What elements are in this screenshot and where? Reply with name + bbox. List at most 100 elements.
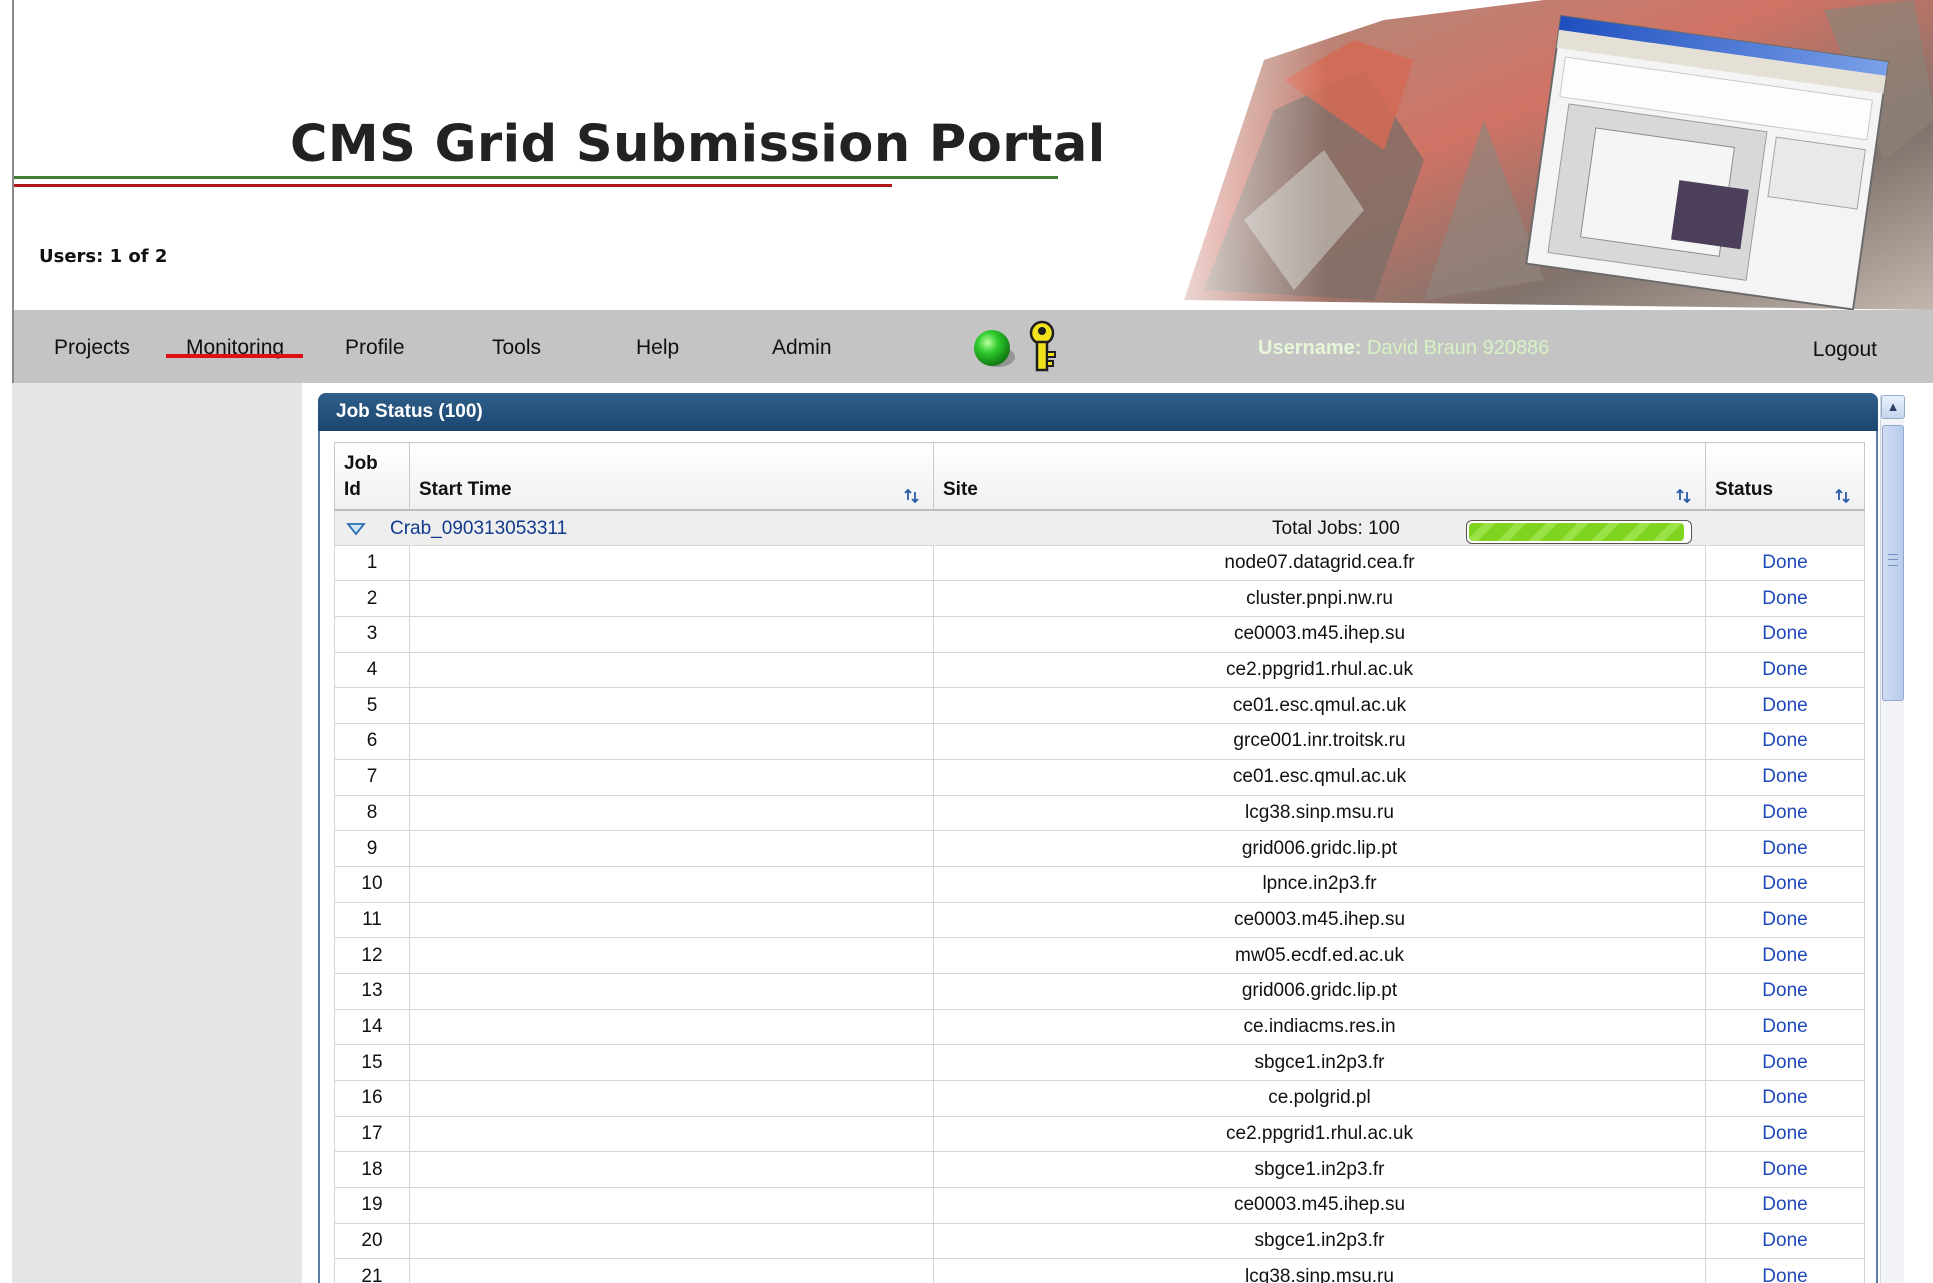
status-cell[interactable]: Done	[1705, 901, 1865, 939]
status-cell[interactable]: Done	[1705, 651, 1865, 689]
table-row[interactable]: 4 ce2.ppgrid1.rhul.ac.uk Done	[334, 651, 1865, 689]
scroll-up-arrow-icon[interactable]: ▲	[1881, 395, 1905, 419]
table-row[interactable]: 17 ce2.ppgrid1.rhul.ac.uk Done	[334, 1115, 1865, 1153]
table-row[interactable]: 10 lpnce.in2p3.fr Done	[334, 865, 1865, 903]
table-row[interactable]: 16 ce.polgrid.pl Done	[334, 1080, 1865, 1117]
start-time-cell	[409, 830, 934, 867]
status-cell[interactable]: Done	[1705, 1222, 1865, 1260]
logout-link[interactable]: Logout	[1813, 338, 1877, 362]
job-status-table: Job Id Start Time Site Status 1 node07.da…	[334, 442, 1865, 1283]
nav-active-underline	[166, 354, 303, 358]
status-cell[interactable]: Done	[1705, 580, 1865, 618]
scroll-thumb[interactable]	[1882, 425, 1904, 701]
column-label: Start Time	[419, 478, 512, 500]
status-cell[interactable]: Done	[1705, 1115, 1865, 1153]
key-icon[interactable]	[1024, 320, 1060, 374]
status-cell[interactable]: Done	[1705, 544, 1865, 582]
start-time-cell	[409, 651, 934, 689]
job-group-link[interactable]: Crab_090313053311	[390, 518, 567, 540]
table-row[interactable]: 8 lcg38.sinp.msu.ru Done	[334, 794, 1865, 832]
username-label: Username:	[1258, 337, 1362, 359]
nav-admin[interactable]: Admin	[772, 336, 832, 360]
start-time-cell	[409, 794, 934, 832]
status-cell[interactable]: Done	[1705, 687, 1865, 725]
table-row[interactable]: 9 grid006.gridc.lip.pt Done	[334, 830, 1865, 867]
start-time-cell	[409, 901, 934, 939]
status-cell[interactable]: Done	[1705, 972, 1865, 1010]
table-row[interactable]: 1 node07.datagrid.cea.fr Done	[334, 544, 1865, 582]
table-row[interactable]: 6 grce001.inr.troitsk.ru Done	[334, 723, 1865, 760]
nav-profile[interactable]: Profile	[345, 336, 405, 360]
table-row[interactable]: 13 grid006.gridc.lip.pt Done	[334, 972, 1865, 1010]
table-row[interactable]: 19 ce0003.m45.ihep.su Done	[334, 1187, 1865, 1224]
status-cell[interactable]: Done	[1705, 1187, 1865, 1224]
table-row[interactable]: 21 lcg38.sinp.msu.ru Done	[334, 1258, 1865, 1283]
status-cell[interactable]: Done	[1705, 937, 1865, 974]
vertical-scrollbar[interactable]: ▲	[1880, 395, 1905, 1283]
sort-icon[interactable]	[1834, 487, 1852, 505]
sort-icon[interactable]	[903, 487, 921, 505]
start-time-cell	[409, 1258, 934, 1283]
connection-status-icon	[974, 330, 1015, 367]
table-row[interactable]: 2 cluster.pnpi.nw.ru Done	[334, 580, 1865, 618]
nav-projects[interactable]: Projects	[54, 336, 130, 360]
start-time-cell	[409, 1222, 934, 1260]
site-cell: ce2.ppgrid1.rhul.ac.uk	[933, 1115, 1706, 1153]
status-cell[interactable]: Done	[1705, 1151, 1865, 1189]
table-row[interactable]: 3 ce0003.m45.ihep.su Done	[334, 616, 1865, 653]
site-cell: node07.datagrid.cea.fr	[933, 544, 1706, 582]
column-header-job-id[interactable]: Job Id	[334, 442, 410, 511]
start-time-cell	[409, 758, 934, 796]
job-id-cell: 17	[334, 1115, 410, 1153]
job-id-cell: 4	[334, 651, 410, 689]
site-cell: cluster.pnpi.nw.ru	[933, 580, 1706, 618]
sort-icon[interactable]	[1675, 487, 1693, 505]
collapse-triangle-icon[interactable]	[346, 522, 366, 536]
start-time-cell	[409, 1187, 934, 1224]
table-row[interactable]: 18 sbgce1.in2p3.fr Done	[334, 1151, 1865, 1189]
total-jobs-label: Total Jobs: 100	[1272, 518, 1400, 539]
portal-title: CMS Grid Submission Portal	[290, 115, 1106, 174]
table-row[interactable]: 11 ce0003.m45.ihep.su Done	[334, 901, 1865, 939]
site-cell: ce.polgrid.pl	[933, 1080, 1706, 1117]
status-cell[interactable]: Done	[1705, 616, 1865, 653]
start-time-cell	[409, 1008, 934, 1046]
status-cell[interactable]: Done	[1705, 1044, 1865, 1081]
start-time-cell	[409, 1044, 934, 1081]
nav-tools[interactable]: Tools	[492, 336, 541, 360]
portal-header: CMS Grid Submission Portal Users: 1 of 2	[12, 0, 1933, 310]
table-row[interactable]: 20 sbgce1.in2p3.fr Done	[334, 1222, 1865, 1260]
site-cell: sbgce1.in2p3.fr	[933, 1222, 1706, 1260]
users-count: Users: 1 of 2	[39, 246, 168, 267]
job-id-cell: 12	[334, 937, 410, 974]
status-cell[interactable]: Done	[1705, 865, 1865, 903]
status-cell[interactable]: Done	[1705, 830, 1865, 867]
table-row[interactable]: 5 ce01.esc.qmul.ac.uk Done	[334, 687, 1865, 725]
column-header-status[interactable]: Status	[1705, 442, 1865, 511]
column-header-site[interactable]: Site	[933, 442, 1706, 511]
site-cell: ce.indiacms.res.in	[933, 1008, 1706, 1046]
column-header-start-time[interactable]: Start Time	[409, 442, 934, 511]
status-cell[interactable]: Done	[1705, 758, 1865, 796]
username-value: David Braun 920886	[1366, 337, 1550, 359]
job-id-cell: 5	[334, 687, 410, 725]
status-cell[interactable]: Done	[1705, 794, 1865, 832]
start-time-cell	[409, 580, 934, 618]
table-row[interactable]: 14 ce.indiacms.res.in Done	[334, 1008, 1865, 1046]
status-cell[interactable]: Done	[1705, 1080, 1865, 1117]
table-row[interactable]: 12 mw05.ecdf.ed.ac.uk Done	[334, 937, 1865, 974]
status-cell[interactable]: Done	[1705, 1008, 1865, 1046]
status-cell[interactable]: Done	[1705, 723, 1865, 760]
job-id-cell: 9	[334, 830, 410, 867]
nav-help[interactable]: Help	[636, 336, 679, 360]
job-id-cell: 10	[334, 865, 410, 903]
site-cell: ce2.ppgrid1.rhul.ac.uk	[933, 651, 1706, 689]
start-time-cell	[409, 972, 934, 1010]
header-rule-green	[14, 176, 1058, 179]
table-row[interactable]: 15 sbgce1.in2p3.fr Done	[334, 1044, 1865, 1081]
status-cell[interactable]: Done	[1705, 1258, 1865, 1283]
job-id-cell: 1	[334, 544, 410, 582]
site-cell: grid006.gridc.lip.pt	[933, 972, 1706, 1010]
table-row[interactable]: 7 ce01.esc.qmul.ac.uk Done	[334, 758, 1865, 796]
start-time-cell	[409, 937, 934, 974]
